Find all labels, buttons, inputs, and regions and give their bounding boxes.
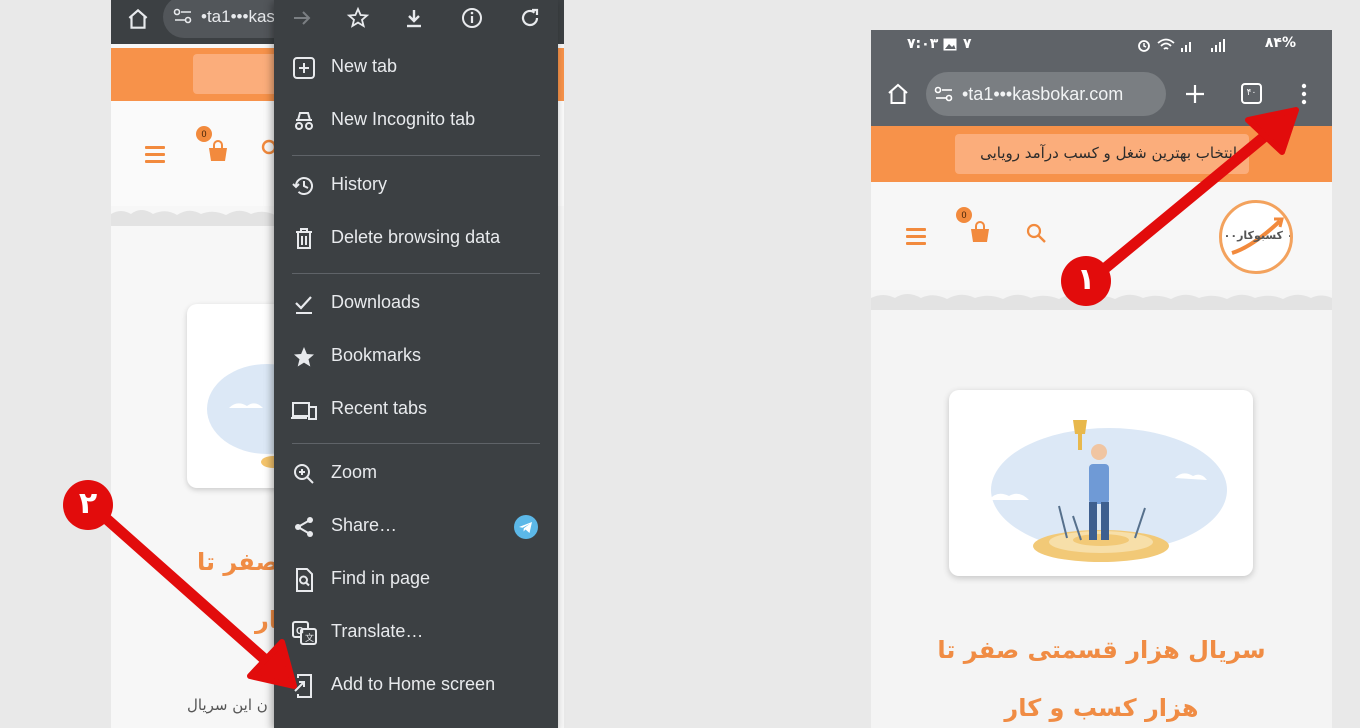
home-icon[interactable] [886, 82, 910, 106]
address-bar[interactable]: •ta1•••kasbokar.com [926, 72, 1166, 116]
site-banner: انتخاب بهترین شغل و کسب درآمد رویایی [871, 126, 1332, 182]
logo-graphic: ۱۰۰۰تا۰ کسبوکار [1210, 217, 1302, 255]
menu-item-translate[interactable]: G文 Translate… [274, 607, 558, 659]
forward-icon[interactable] [290, 6, 314, 30]
battery-level: ۸۴% [1264, 35, 1296, 51]
site-settings-icon[interactable] [934, 86, 954, 102]
step-marker-1: ۱ [1061, 256, 1111, 306]
menu-item-bookmarks[interactable]: Bookmarks [274, 331, 558, 383]
chrome-overflow-menu: New tab New Incognito tab History Delete… [274, 0, 558, 728]
svg-text:G: G [296, 626, 304, 637]
menu-item-zoom[interactable]: Zoom [274, 448, 558, 500]
share-icon [295, 517, 313, 537]
tab-count: ۴۰ [1246, 88, 1257, 98]
shopping-bag-icon[interactable] [969, 220, 991, 244]
right-phone-screenshot: ۷:۰۳ ۷ ۸۴% •ta1•••kasbokar.com ۴۰ انتخاب… [871, 30, 1332, 728]
url-text: •ta1•••kasb [201, 7, 285, 26]
banner-text: انتخاب بهترین شغل و کسب درآمد رویایی [955, 134, 1249, 174]
menu-item-new-incognito-tab[interactable]: New Incognito tab [274, 95, 558, 147]
menu-divider [292, 273, 540, 274]
site-logo[interactable]: ۱۰۰۰تا۰ کسبوکار [1210, 200, 1302, 274]
menu-item-label: Share… [331, 515, 398, 535]
incognito-icon [295, 112, 313, 130]
hero-title-line2: هزار کسب و کار [1004, 694, 1199, 722]
signal-icon [1181, 39, 1225, 52]
menu-item-recent-tabs[interactable]: Recent tabs [274, 384, 558, 436]
cart-count-badge: 0 [196, 126, 212, 142]
cart-count-badge: 0 [956, 207, 972, 223]
site-settings-icon[interactable] [173, 8, 193, 24]
home-icon[interactable] [125, 6, 151, 32]
menu-divider [292, 155, 540, 156]
devices-icon [291, 402, 317, 420]
menu-item-label: Bookmarks [331, 345, 422, 365]
menu-item-label: Recent tabs [331, 398, 428, 418]
menu-item-downloads[interactable]: Downloads [274, 278, 558, 330]
url-text: •ta1•••kasbokar.com [962, 84, 1124, 104]
star-icon [294, 347, 314, 367]
history-icon [292, 177, 313, 195]
telegram-icon[interactable] [514, 515, 538, 539]
menu-divider [292, 443, 540, 444]
status-bar: ۷:۰۳ ۷ ۸۴% [871, 30, 1332, 60]
trash-icon [296, 228, 312, 249]
status-time: ۷:۰۳ [907, 36, 939, 52]
hamburger-menu-icon[interactable] [906, 228, 926, 245]
menu-item-label: Add to Home screen [331, 674, 496, 694]
hero-body-text: ن این سریال [187, 696, 268, 714]
menu-item-add-to-home-screen[interactable]: Add to Home screen [274, 660, 558, 712]
menu-item-delete-browsing-data[interactable]: Delete browsing data [274, 213, 558, 265]
menu-item-share[interactable]: Share… [274, 501, 558, 553]
find-icon [296, 568, 313, 592]
logo-text: ۱۰۰۰تا۰ کسبوکار [1222, 229, 1290, 242]
menu-item-new-tab[interactable]: New tab [274, 42, 558, 94]
reload-icon[interactable] [518, 6, 542, 30]
hero-illustration [989, 420, 1227, 562]
gallery-icon [943, 38, 957, 51]
menu-item-label: Zoom [331, 462, 378, 482]
menu-item-label: New tab [331, 56, 398, 76]
menu-item-label: History [331, 174, 388, 194]
menu-top-action-row [274, 0, 558, 40]
more-options-icon[interactable] [1300, 82, 1308, 106]
tab-switcher-button[interactable]: ۴۰ [1241, 83, 1262, 104]
new-tab-plus-icon[interactable] [1184, 83, 1206, 105]
menu-item-history[interactable]: History [274, 160, 558, 212]
new-tab-icon [293, 57, 315, 79]
downloads-icon [295, 296, 312, 314]
translate-icon: G文 [292, 621, 317, 645]
menu-item-label: Translate… [331, 621, 424, 641]
menu-item-find-in-page[interactable]: Find in page [274, 554, 558, 606]
alarm-icon [1138, 40, 1150, 52]
hero-illustration-card [949, 390, 1253, 576]
search-icon[interactable] [261, 139, 275, 159]
menu-item-label: Find in page [331, 568, 431, 588]
status-notification-count: ۷ [963, 36, 972, 52]
add-to-home-icon [294, 674, 312, 698]
step-marker-2: ۲ [63, 480, 113, 530]
bookmark-star-icon[interactable] [346, 6, 370, 30]
hamburger-menu-icon[interactable] [145, 146, 165, 163]
browser-toolbar: •ta1•••kasbokar.com ۴۰ [871, 60, 1332, 126]
zoom-icon [294, 464, 314, 484]
hero-title-line1: سریال هزار قسمتی صفر تا [937, 636, 1266, 664]
page-info-icon[interactable] [460, 6, 484, 30]
wifi-icon [1157, 38, 1175, 50]
hero-title-line1: صفر تا [197, 548, 279, 576]
menu-item-label: Delete browsing data [331, 227, 501, 247]
menu-item-label: Downloads [331, 292, 421, 312]
download-icon[interactable] [402, 6, 426, 30]
menu-item-label: New Incognito tab [331, 109, 476, 129]
search-icon[interactable] [1025, 222, 1047, 244]
svg-text:文: 文 [305, 632, 314, 643]
shopping-bag-icon[interactable] [207, 139, 229, 163]
